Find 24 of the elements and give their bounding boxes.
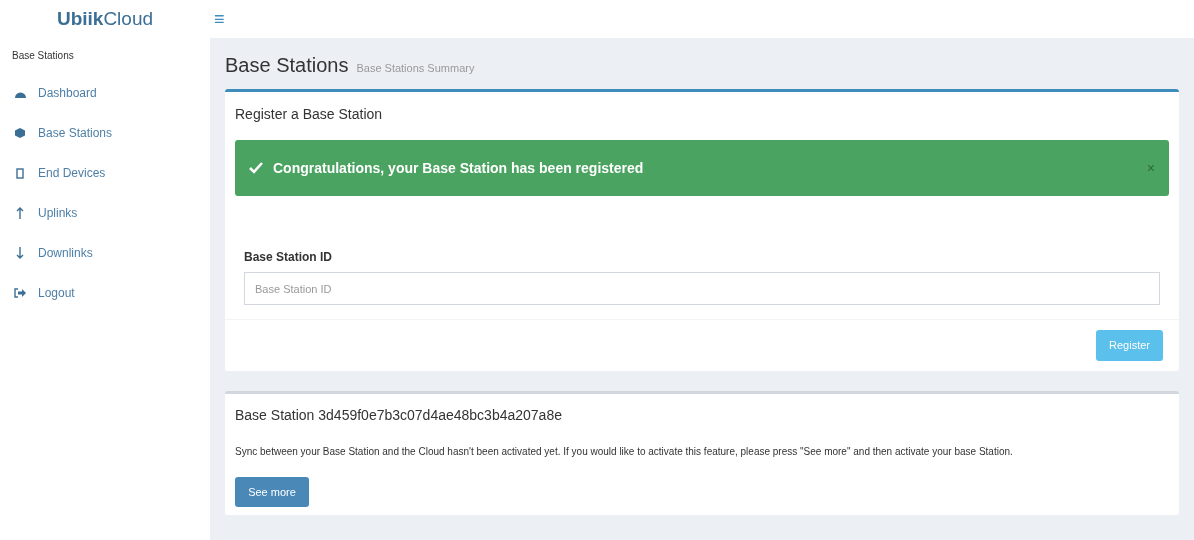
base-station-id-field[interactable]: Base Station ID <box>244 272 1160 305</box>
page-subtitle: Base Stations Summary <box>356 61 475 76</box>
logout-icon <box>14 288 26 298</box>
sidebar-item[interactable]: End Devices <box>0 153 210 193</box>
panel-title: Base Station 3d459f0e7b3c07d4ae48bc3b4a207a8e <box>235 406 563 425</box>
panel-title: Register a Base Station <box>234 105 384 124</box>
sidebar-item[interactable]: Uplinks <box>0 193 210 233</box>
sidebar-item[interactable]: Base Stations <box>0 113 210 153</box>
cube-icon <box>14 127 26 139</box>
menu-button[interactable]: ≡ <box>214 5 225 33</box>
see-more-button[interactable]: See more <box>235 477 309 507</box>
device-icon <box>16 167 24 179</box>
sidebar-item[interactable]: Downlinks <box>0 233 210 273</box>
check-icon <box>249 162 263 174</box>
sync-message: Sync between your Base Station and the Cloud hasn't been activated yet. If you would like to activate this feature, please press "See more" and then activate your base Station. <box>235 445 1014 459</box>
down-arrow-icon <box>16 247 24 259</box>
up-arrow-icon <box>16 207 24 219</box>
field-label: Base Station ID <box>244 249 334 266</box>
sidebar-header: Base Stations <box>12 49 75 63</box>
page-title: Base Stations <box>225 53 349 78</box>
sidebar-item[interactable]: Logout <box>0 273 210 313</box>
alert-message: Congratulations, your Base Station has been registered <box>273 158 644 178</box>
logo: UbiikCloud <box>56 6 154 31</box>
sidebar-item[interactable]: Dashboard <box>0 73 210 113</box>
